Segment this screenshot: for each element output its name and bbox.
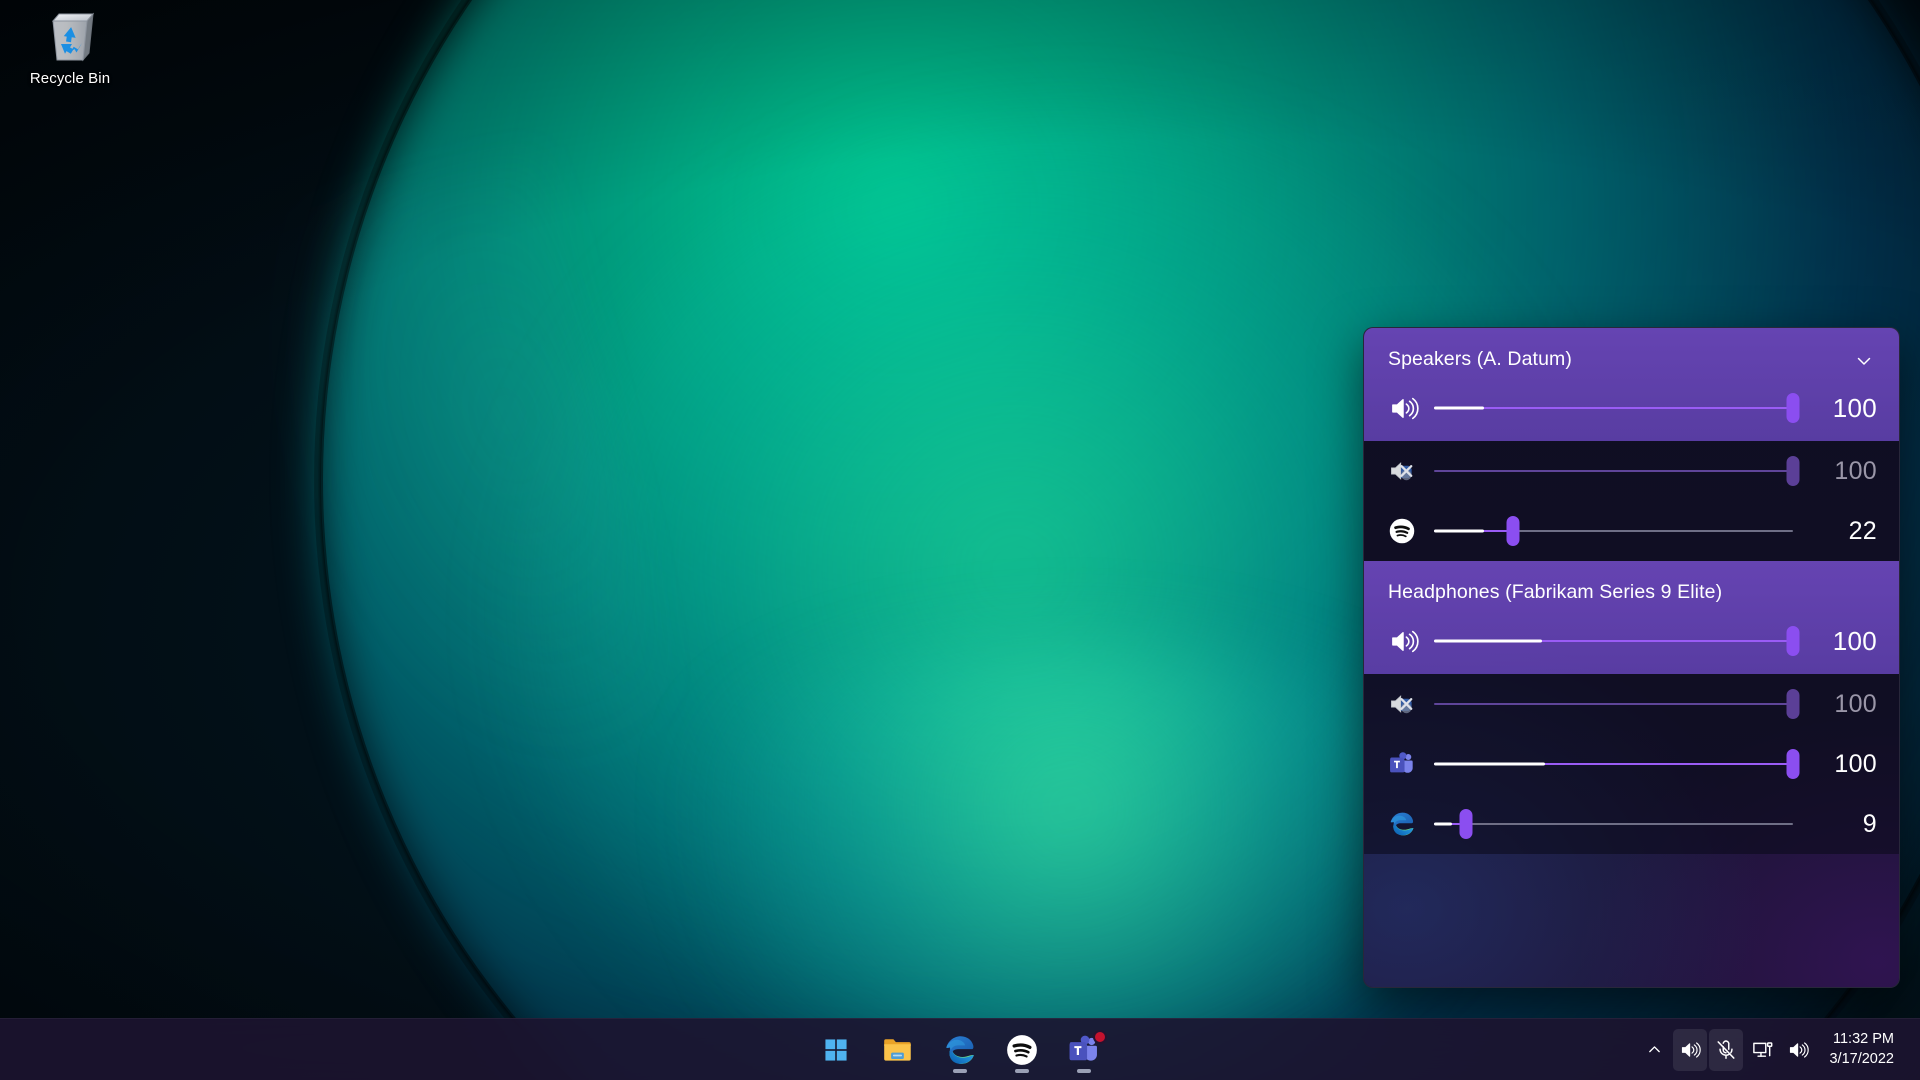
- system-tray: 11:32 PM 3/17/2022: [1637, 1027, 1908, 1073]
- network-cast-button[interactable]: [1745, 1029, 1779, 1071]
- slider-track: [1434, 703, 1793, 705]
- slider-track: [1434, 823, 1793, 825]
- slider-thumb[interactable]: [1787, 393, 1800, 423]
- volume-high-icon[interactable]: [1388, 391, 1434, 425]
- spotify-icon[interactable]: [1388, 514, 1434, 548]
- mixer-row-headphones-master[interactable]: 100: [1364, 608, 1899, 674]
- device-title: Headphones (Fabrikam Series 9 Elite): [1364, 561, 1746, 608]
- mixer-row-headphones-edge[interactable]: 9: [1364, 794, 1899, 854]
- mixer-row-headphones-teams[interactable]: 100: [1364, 734, 1899, 794]
- microsoft-edge-icon[interactable]: [1388, 807, 1434, 841]
- taskbar-spotify[interactable]: [998, 1026, 1046, 1074]
- slider-track: [1434, 470, 1793, 472]
- slider-thumb[interactable]: [1787, 689, 1800, 719]
- taskbar-app-buttons: [812, 1026, 1108, 1074]
- group-content: Headphones (Fabrikam Series 9 Elite) 100: [1364, 561, 1899, 674]
- volume-slider-headphones-system-sounds[interactable]: [1434, 687, 1793, 721]
- device-group-0: Speakers (A. Datum) 100: [1364, 328, 1899, 441]
- chevron-down-icon[interactable]: [1847, 348, 1881, 374]
- volume-value: 100: [1803, 457, 1877, 486]
- recycle-bin-label: Recycle Bin: [30, 70, 110, 87]
- volume-value: 9: [1803, 810, 1877, 839]
- volume-muted-system-icon[interactable]: [1388, 454, 1434, 488]
- group-content: 100 22: [1364, 441, 1899, 561]
- slider-thumb[interactable]: [1506, 516, 1519, 546]
- clock-date: 3/17/2022: [1829, 1050, 1894, 1070]
- volume-mixer-flyout[interactable]: Speakers (A. Datum) 100 100: [1363, 327, 1900, 988]
- volume-high-icon[interactable]: [1388, 624, 1434, 658]
- volume-slider-headphones-master[interactable]: [1434, 624, 1793, 658]
- audio-level-meter: [1434, 763, 1545, 766]
- slider-thumb[interactable]: [1460, 809, 1473, 839]
- microsoft-teams-icon[interactable]: [1388, 747, 1434, 781]
- taskbar-clock[interactable]: 11:32 PM 3/17/2022: [1817, 1027, 1908, 1073]
- desktop[interactable]: Recycle Bin Speakers (A. Datum) 100 100: [0, 0, 1920, 1080]
- group-content: Speakers (A. Datum) 100: [1364, 328, 1899, 441]
- taskbar-microsoft-edge[interactable]: [936, 1026, 984, 1074]
- microphone-muted-button[interactable]: [1709, 1029, 1743, 1071]
- slider-thumb[interactable]: [1787, 626, 1800, 656]
- mixer-row-speakers-spotify[interactable]: 22: [1364, 501, 1899, 561]
- show-hidden-icons[interactable]: [1637, 1029, 1671, 1071]
- volume-slider-headphones-teams[interactable]: [1434, 747, 1793, 781]
- volume-value: 100: [1803, 690, 1877, 719]
- volume-mixer-groups: Speakers (A. Datum) 100 100: [1364, 328, 1899, 854]
- app-group-3: 100 100: [1364, 674, 1899, 854]
- volume-value: 100: [1803, 626, 1877, 657]
- volume-slider-speakers-system-sounds[interactable]: [1434, 454, 1793, 488]
- notification-badge: [1093, 1030, 1107, 1044]
- audio-level-meter: [1434, 530, 1484, 533]
- mixer-row-speakers-system-sounds[interactable]: 100: [1364, 441, 1899, 501]
- mixer-row-headphones-system-sounds[interactable]: 100: [1364, 674, 1899, 734]
- volume-slider-speakers-spotify[interactable]: [1434, 514, 1793, 548]
- recycle-bin-icon: [44, 8, 96, 64]
- volume-slider-headphones-edge[interactable]: [1434, 807, 1793, 841]
- slider-thumb[interactable]: [1787, 456, 1800, 486]
- mixer-row-speakers-master[interactable]: 100: [1364, 375, 1899, 441]
- volume-quick-settings-button[interactable]: [1781, 1029, 1815, 1071]
- slider-fill: [1434, 407, 1793, 409]
- audio-level-meter: [1434, 823, 1452, 826]
- running-indicator: [953, 1069, 967, 1073]
- volume-tray-button[interactable]: [1673, 1029, 1707, 1071]
- taskbar-file-explorer[interactable]: [874, 1026, 922, 1074]
- desktop-icon-recycle-bin[interactable]: Recycle Bin: [14, 8, 126, 87]
- device-group-2: Headphones (Fabrikam Series 9 Elite) 100: [1364, 561, 1899, 674]
- taskbar-start-button[interactable]: [812, 1026, 860, 1074]
- volume-muted-system-icon[interactable]: [1388, 687, 1434, 721]
- audio-level-meter: [1434, 407, 1484, 410]
- taskbar[interactable]: 11:32 PM 3/17/2022: [0, 1018, 1920, 1080]
- slider-thumb[interactable]: [1787, 749, 1800, 779]
- audio-level-meter: [1434, 640, 1542, 643]
- volume-value: 100: [1803, 750, 1877, 779]
- running-indicator: [1015, 1069, 1029, 1073]
- device-header: Headphones (Fabrikam Series 9 Elite): [1364, 561, 1899, 608]
- device-title: Speakers (A. Datum): [1364, 328, 1596, 375]
- volume-value: 22: [1803, 517, 1877, 546]
- app-group-1: 100 22: [1364, 441, 1899, 561]
- taskbar-microsoft-teams[interactable]: [1060, 1026, 1108, 1074]
- running-indicator: [1077, 1069, 1091, 1073]
- group-content: 100 100: [1364, 674, 1899, 854]
- volume-slider-speakers-master[interactable]: [1434, 391, 1793, 425]
- clock-time: 11:32 PM: [1833, 1030, 1894, 1050]
- device-header: Speakers (A. Datum): [1364, 328, 1899, 375]
- volume-value: 100: [1803, 393, 1877, 424]
- tray-icon-list: [1637, 1029, 1815, 1071]
